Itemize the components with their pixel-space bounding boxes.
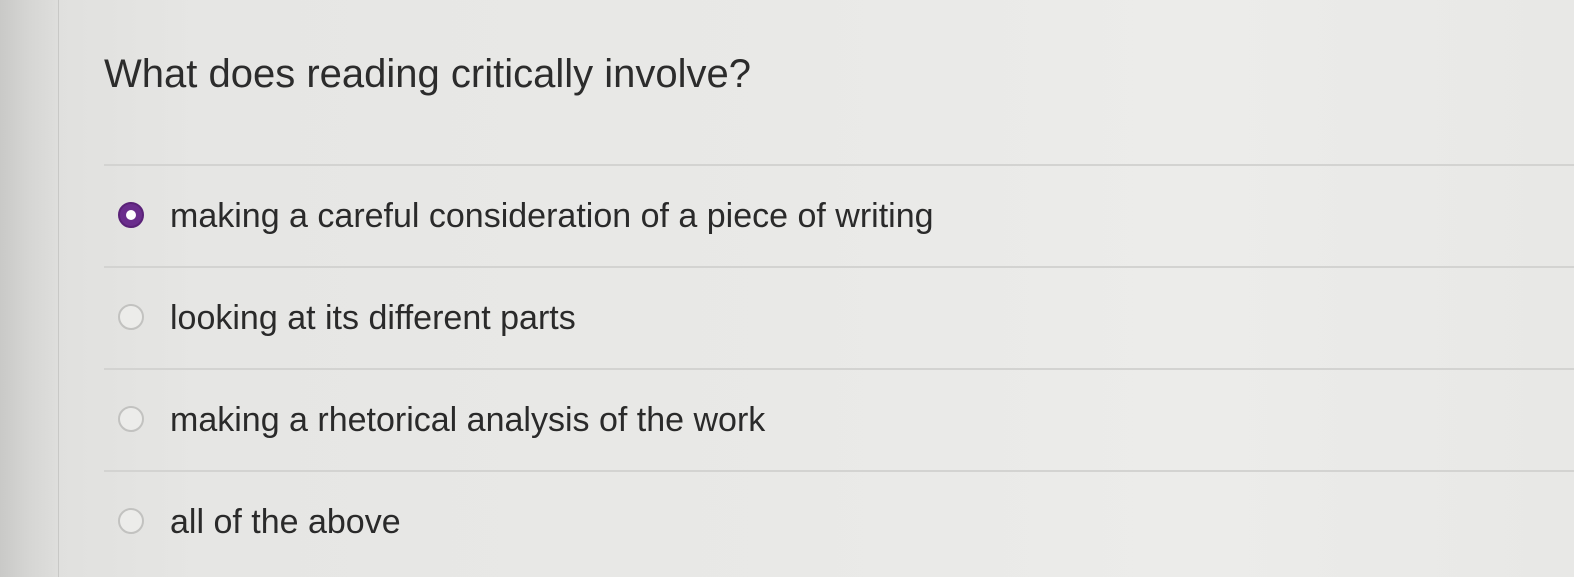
answer-options: making a careful consideration of a piec… xyxy=(104,164,1574,572)
radio-button[interactable] xyxy=(118,508,144,534)
radio-button[interactable] xyxy=(118,406,144,432)
option-label[interactable]: making a careful consideration of a piec… xyxy=(170,194,934,238)
answer-option[interactable]: making a careful consideration of a piec… xyxy=(104,164,1574,266)
option-label[interactable]: looking at its different parts xyxy=(170,296,576,340)
option-label[interactable]: making a rhetorical analysis of the work xyxy=(170,398,765,442)
answer-option[interactable]: making a rhetorical analysis of the work xyxy=(104,368,1574,470)
question-text: What does reading critically involve? xyxy=(104,52,751,96)
answer-option[interactable]: looking at its different parts xyxy=(104,266,1574,368)
radio-button-selected[interactable] xyxy=(118,202,144,228)
page-left-edge xyxy=(0,0,59,577)
answer-option[interactable]: all of the above xyxy=(104,470,1574,572)
option-label[interactable]: all of the above xyxy=(170,500,401,544)
radio-button[interactable] xyxy=(118,304,144,330)
